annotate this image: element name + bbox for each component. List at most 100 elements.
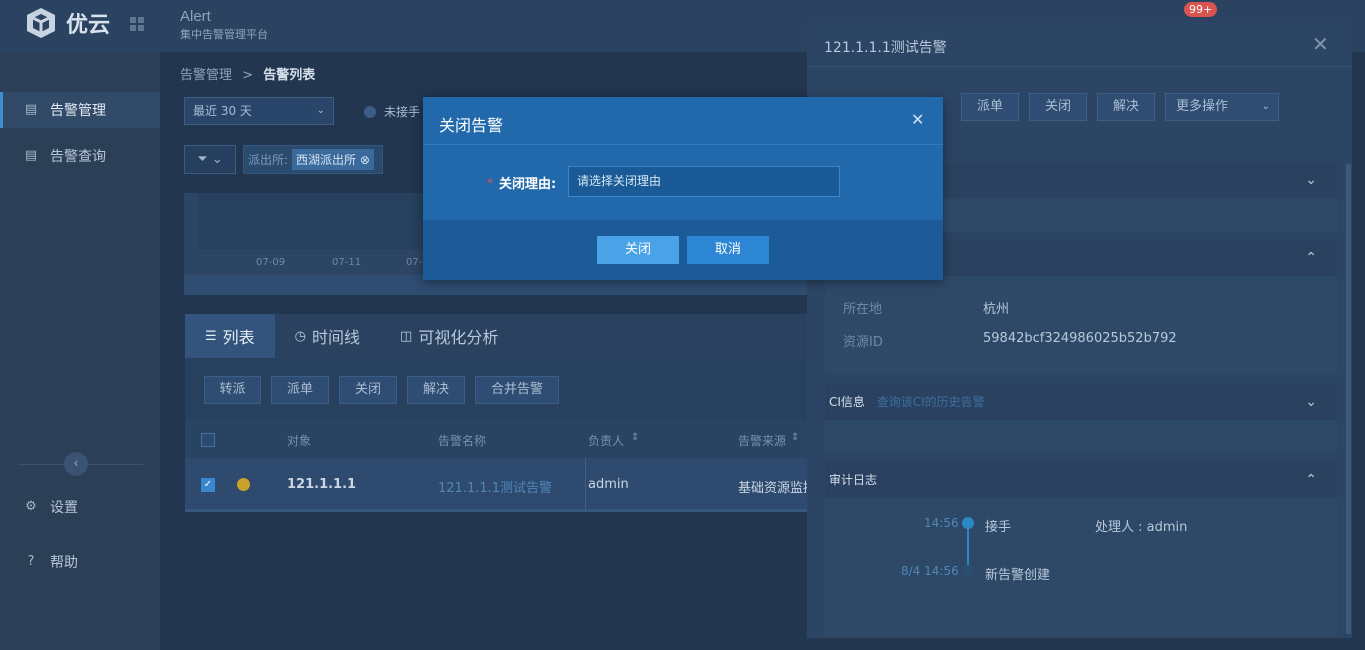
tag-prefix: 派出所: (248, 153, 289, 167)
cell-object: 121.1.1.1 (287, 477, 357, 492)
close-icon[interactable]: ✕ (911, 110, 924, 129)
close-alert-dialog: 关闭告警 ✕ * 关闭理由: 请选择关闭理由 关闭 取消 (423, 97, 943, 280)
audit-log-body: 14:56 接手 处理人 : admin 8/4 14:56 新告警创建 (825, 498, 1337, 638)
confirm-close-button[interactable]: 关闭 (597, 236, 679, 264)
ci-info-header[interactable]: CI信息 查询该CI的历史告警 ⌄ (825, 384, 1337, 420)
app-title: Alert (180, 8, 211, 25)
breadcrumb: 告警管理 > 告警列表 (180, 64, 315, 83)
status-radio[interactable]: 未接手 (364, 103, 420, 120)
filter-icon: ⏷ (197, 152, 208, 167)
app-subtitle: 集中告警管理平台 (180, 28, 268, 41)
transfer-button[interactable]: 转派 (204, 376, 261, 404)
sidebar-item-label: 设置 (50, 500, 78, 516)
dialog-body: * 关闭理由: 请选择关闭理由 (423, 145, 943, 220)
cell-alert-name[interactable]: 121.1.1.1测试告警 (438, 477, 552, 496)
ci-history-link[interactable]: 查询该CI的历史告警 (877, 395, 985, 409)
timeline-tick: 07- (406, 257, 423, 268)
apps-grid-icon[interactable] (130, 17, 144, 31)
column-header[interactable]: 告警来源 (738, 432, 786, 449)
radio-icon (364, 105, 376, 118)
audit-action: 接手 (985, 520, 1012, 535)
sidebar-item-label: 告警查询 (50, 149, 106, 165)
doc-icon: ▤ (24, 148, 38, 163)
chevron-down-icon: ⌄ (1261, 101, 1270, 112)
view-tabs: ☰ 列表 ◷ 时间线 ◫ 可视化分析 (185, 314, 825, 358)
resolve-button[interactable]: 解决 (407, 376, 465, 404)
sidebar-item-alert-query[interactable]: ▤ 告警查询 (0, 138, 160, 174)
list-icon: ☰ (205, 328, 217, 344)
tab-visual-analysis[interactable]: ◫ 可视化分析 (380, 314, 518, 358)
audit-detail: 处理人 : admin (1095, 520, 1188, 535)
more-actions-label: 更多操作 (1176, 99, 1229, 114)
chevron-up-icon: ⌃ (1305, 472, 1317, 488)
close-icon[interactable]: ⊗ (360, 153, 370, 167)
dialog-header: 关闭告警 ✕ (423, 97, 943, 145)
resource-id-label: 资源ID (843, 335, 883, 350)
drawer-scrollbar[interactable] (1346, 164, 1351, 634)
select-all-checkbox[interactable] (201, 433, 215, 447)
chevron-down-icon: ⌄ (316, 105, 325, 116)
timeline-dot (962, 517, 974, 529)
severity-dot-icon (237, 478, 250, 491)
column-header: 告警名称 (438, 434, 487, 448)
doc-icon: ▤ (24, 102, 38, 117)
drawer-close-button[interactable]: 关闭 (1029, 93, 1087, 121)
sort-icon[interactable]: ⇕ (631, 432, 639, 443)
breadcrumb-current: 告警列表 (263, 68, 316, 83)
sidebar-item-help[interactable]: ? 帮助 (0, 544, 160, 580)
filter-tag-box[interactable]: 派出所: 西湖派出所 ⊗ (243, 145, 383, 174)
timeline-line (967, 529, 969, 565)
tab-label: 列表 (222, 328, 255, 347)
close-icon[interactable]: ✕ (1312, 32, 1329, 56)
breadcrumb-parent[interactable]: 告警管理 (180, 68, 232, 83)
audit-time: 8/4 14:56 (901, 564, 959, 578)
merge-alert-button[interactable]: 合并告警 (475, 376, 559, 404)
audit-log-header[interactable]: 审计日志 ⌃ (825, 462, 1337, 498)
cancel-button[interactable]: 取消 (687, 236, 769, 264)
chart-icon: ◫ (400, 328, 413, 344)
audit-action: 新告警创建 (985, 568, 1051, 583)
time-range-value: 最近 30 天 (193, 104, 252, 118)
dispatch-button[interactable]: 派单 (271, 376, 329, 404)
drawer-resolve-button[interactable]: 解决 (1097, 93, 1155, 121)
dialog-footer: 关闭 取消 (423, 220, 943, 280)
drawer-title: 121.1.1.1测试告警 (824, 40, 947, 56)
more-actions-dropdown[interactable]: 更多操作 ⌄ (1165, 93, 1279, 121)
gear-icon: ⚙ (25, 499, 37, 514)
time-range-select[interactable]: 最近 30 天 ⌄ (184, 97, 334, 125)
column-header[interactable]: 负责人 (588, 432, 624, 449)
tab-timeline[interactable]: ◷ 时间线 (275, 314, 380, 358)
resource-info-body: 所在地 杭州 资源ID 59842bcf324986025b52b792 (825, 276, 1337, 374)
cell-owner: admin (588, 477, 629, 492)
brand-name: 优云 (66, 13, 111, 38)
sort-icon[interactable]: ⇕ (791, 432, 799, 443)
help-icon: ? (27, 554, 35, 569)
audit-log-title: 审计日志 (829, 473, 878, 487)
logo[interactable]: 优云 (24, 6, 110, 40)
close-reason-select[interactable]: 请选择关闭理由 (568, 166, 840, 197)
sidebar-item-alert-management[interactable]: ▤ 告警管理 (0, 92, 160, 128)
row-checkbox[interactable]: ✓ (201, 478, 215, 492)
collapse-sidebar-button[interactable]: ‹ (64, 452, 88, 476)
filter-button[interactable]: ⏷ ⌄ (184, 145, 236, 174)
column-divider (585, 458, 586, 512)
sidebar: ▤ 告警管理 ▤ 告警查询 ‹ ⚙ 设置 ? 帮助 (0, 52, 160, 650)
cube-logo-icon (27, 8, 55, 38)
close-reason-label: 关闭理由: (499, 177, 557, 192)
tab-list[interactable]: ☰ 列表 (185, 314, 275, 358)
table-header: 对象 告警名称 负责人 ⇕ 告警来源 ⇕ (185, 420, 825, 458)
column-header: 对象 (287, 434, 312, 448)
chevron-down-icon: ⌄ (1305, 172, 1317, 188)
close-alert-button[interactable]: 关闭 (339, 376, 397, 404)
timeline-tick: 07-09 (256, 257, 286, 268)
resource-id-value: 59842bcf324986025b52b792 (983, 331, 1177, 346)
timeline-tick: 07-11 (332, 257, 362, 268)
sidebar-item-settings[interactable]: ⚙ 设置 (0, 489, 160, 525)
drawer-dispatch-button[interactable]: 派单 (961, 93, 1019, 121)
filter-tag[interactable]: 西湖派出所 ⊗ (292, 149, 374, 170)
notification-badge[interactable]: 99+ (1184, 2, 1218, 17)
sidebar-item-label: 告警管理 (50, 103, 106, 119)
audit-time: 14:56 (924, 516, 959, 530)
timeline-dot (962, 565, 974, 577)
table-row[interactable]: ✓ 121.1.1.1 121.1.1.1测试告警 admin 基础资源监控 (185, 458, 825, 512)
